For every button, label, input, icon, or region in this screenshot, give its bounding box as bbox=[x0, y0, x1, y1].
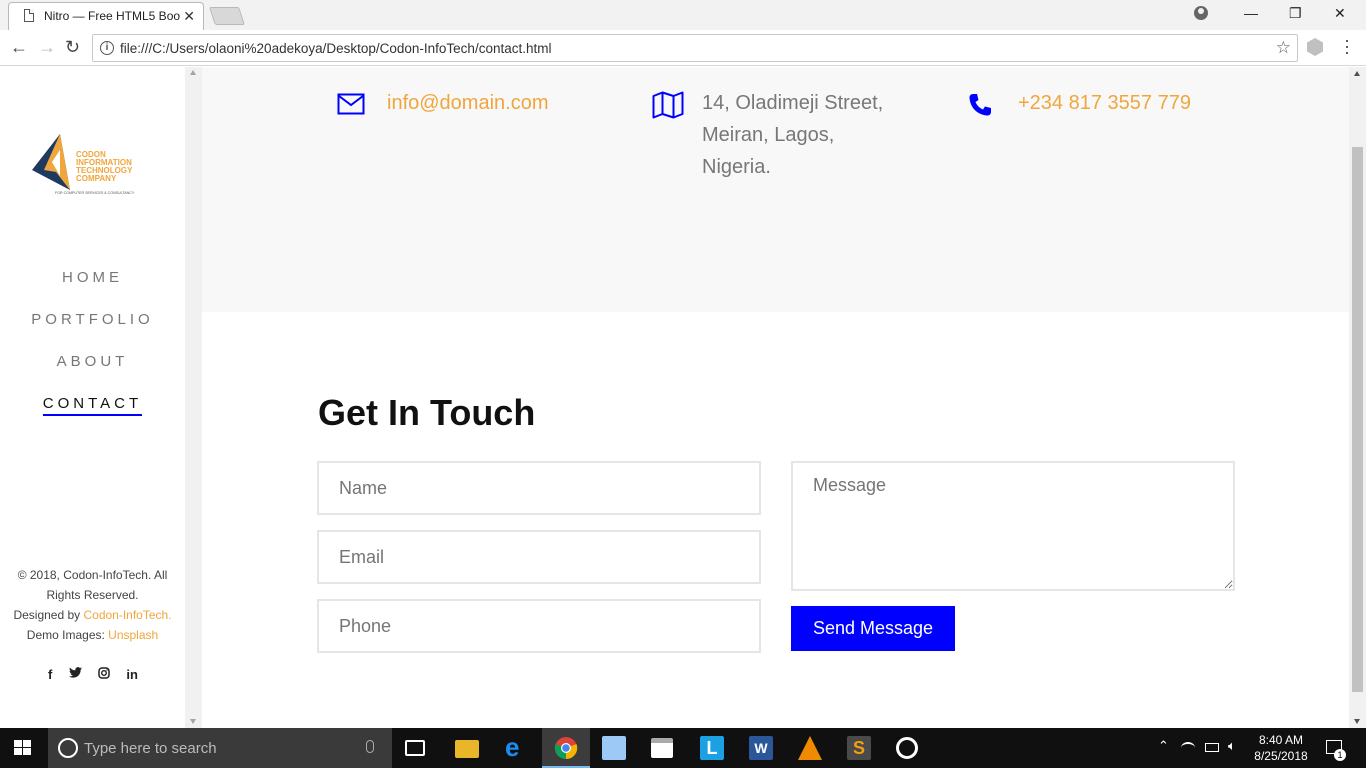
clock-time: 8:40 AM bbox=[1258, 733, 1304, 747]
address-bar[interactable]: i file:///C:/Users/olaoni%20adekoya/Desk… bbox=[92, 34, 1298, 62]
file-explorer-icon[interactable] bbox=[455, 740, 479, 758]
form-title: Get In Touch bbox=[318, 392, 536, 433]
restore-icon[interactable]: ❐ bbox=[1289, 5, 1302, 22]
edge-icon[interactable]: e bbox=[505, 732, 529, 762]
email-link[interactable]: info@domain.com bbox=[387, 87, 548, 119]
company-logo[interactable]: CODON INFORMATION TECHNOLOGY COMPANY FOR… bbox=[30, 132, 155, 202]
nav-item-home[interactable]: HOME bbox=[0, 269, 185, 311]
logo-tagline: FOR COMPUTER SERVICES & CONSULTANCY bbox=[55, 191, 135, 195]
sublime-icon[interactable]: S bbox=[847, 736, 871, 760]
nav-item-label: ABOUT bbox=[56, 353, 129, 370]
send-message-button[interactable]: Send Message bbox=[791, 606, 955, 651]
scroll-up-arrow-icon[interactable] bbox=[1354, 71, 1360, 76]
taskbar-search[interactable]: Type here to search bbox=[48, 728, 392, 768]
volume-icon[interactable]: 🔈︎ bbox=[1228, 738, 1236, 754]
battery-icon[interactable] bbox=[1205, 743, 1219, 752]
tray-chevron-up-icon[interactable]: ⌃ bbox=[1158, 738, 1169, 754]
contact-info-strip: info@domain.com 14, Oladimeji Street, Me… bbox=[202, 67, 1349, 312]
scroll-up-arrow-icon[interactable] bbox=[190, 70, 196, 75]
name-input[interactable] bbox=[317, 461, 761, 515]
browser-toolbar: ← → ↻ i file:///C:/Users/olaoni%20adekoy… bbox=[0, 30, 1366, 66]
scrollbar-thumb[interactable] bbox=[1352, 147, 1363, 692]
target-app-icon[interactable] bbox=[896, 737, 918, 759]
phone-icon bbox=[969, 94, 991, 116]
nav-item-portfolio[interactable]: PORTFOLIO bbox=[0, 311, 185, 353]
reload-icon[interactable]: ↻ bbox=[65, 37, 80, 58]
main-nav: HOME PORTFOLIO ABOUT CONTACT bbox=[0, 269, 185, 437]
page-viewport: CODON INFORMATION TECHNOLOGY COMPANY FOR… bbox=[0, 67, 1366, 728]
clock-date: 8/25/2018 bbox=[1254, 749, 1308, 763]
store-icon[interactable] bbox=[651, 738, 673, 758]
word-icon[interactable]: W bbox=[749, 736, 773, 760]
info-icon[interactable]: i bbox=[100, 41, 114, 55]
nav-item-label: HOME bbox=[62, 269, 123, 286]
phone-input[interactable] bbox=[317, 599, 761, 653]
tab-title: Nitro — Free HTML5 Boo bbox=[44, 9, 181, 23]
browser-tab-bar: Nitro — Free HTML5 Boo ✕ — ❐ ✕ bbox=[0, 0, 1366, 30]
taskbar-chrome-active[interactable] bbox=[542, 728, 590, 768]
instagram-icon[interactable] bbox=[98, 667, 110, 682]
taskbar-search-placeholder: Type here to search bbox=[84, 740, 217, 757]
taskbar-clock[interactable]: 8:40 AM 8/25/2018 bbox=[1246, 732, 1316, 764]
unsplash-link[interactable]: Unsplash bbox=[108, 628, 158, 642]
star-icon[interactable]: ☆ bbox=[1276, 38, 1291, 58]
minimize-icon[interactable]: — bbox=[1244, 5, 1258, 21]
new-tab-button[interactable] bbox=[209, 7, 245, 25]
address-text: 14, Oladimeji Street, Meiran, Lagos, Nig… bbox=[702, 87, 883, 183]
logo-line-4: COMPANY bbox=[76, 174, 117, 183]
social-links: f in bbox=[48, 667, 138, 682]
address-line-3: Nigeria. bbox=[702, 156, 771, 178]
microphone-icon[interactable] bbox=[366, 740, 374, 753]
linkedin-icon[interactable]: in bbox=[126, 667, 138, 682]
address-line-1: 14, Oladimeji Street, bbox=[702, 92, 884, 114]
nav-item-label: CONTACT bbox=[42, 395, 143, 416]
scroll-down-arrow-icon[interactable] bbox=[190, 719, 196, 724]
scroll-down-arrow-icon[interactable] bbox=[1354, 719, 1360, 724]
phone-link[interactable]: +234 817 3557 779 bbox=[1018, 87, 1191, 119]
network-icon[interactable] bbox=[1181, 742, 1195, 754]
map-icon bbox=[652, 91, 684, 119]
user-icon[interactable] bbox=[1194, 6, 1208, 20]
main-content: info@domain.com 14, Oladimeji Street, Me… bbox=[202, 67, 1349, 728]
demo-images-text: Demo Images: bbox=[26, 628, 109, 642]
close-tab-icon[interactable]: ✕ bbox=[183, 8, 195, 25]
email-input[interactable] bbox=[317, 530, 761, 584]
windows-taskbar: Type here to search e L W S ⌃ 🔈︎ 8:40 AM… bbox=[0, 728, 1366, 768]
notification-count-badge: 1 bbox=[1334, 749, 1346, 761]
address-bar-url[interactable]: file:///C:/Users/olaoni%20adekoya/Deskto… bbox=[120, 41, 551, 56]
address-line-2: Meiran, Lagos, bbox=[702, 124, 835, 146]
page-scrollbar[interactable] bbox=[1349, 67, 1366, 728]
nav-item-about[interactable]: ABOUT bbox=[0, 353, 185, 395]
nav-item-contact[interactable]: CONTACT bbox=[0, 395, 185, 437]
window-close-icon[interactable]: ✕ bbox=[1334, 5, 1346, 22]
chrome-icon bbox=[554, 737, 578, 760]
sidebar: CODON INFORMATION TECHNOLOGY COMPANY FOR… bbox=[0, 67, 185, 728]
twitter-icon[interactable] bbox=[68, 667, 82, 682]
windows-start-icon[interactable] bbox=[14, 740, 32, 756]
sidebar-footer: © 2018, Codon-InfoTech. All Rights Reser… bbox=[0, 565, 185, 645]
designed-by-text: Designed by bbox=[13, 608, 84, 622]
facebook-icon[interactable]: f bbox=[48, 667, 52, 682]
cortana-icon bbox=[58, 738, 78, 758]
l-app-icon[interactable]: L bbox=[700, 736, 724, 760]
designed-by-link[interactable]: Codon-InfoTech. bbox=[83, 608, 171, 622]
envelope-icon bbox=[337, 93, 365, 115]
browser-tab[interactable]: Nitro — Free HTML5 Boo ✕ bbox=[8, 2, 204, 30]
document-icon bbox=[24, 9, 34, 22]
vlc-icon[interactable] bbox=[798, 736, 822, 760]
forward-arrow-icon[interactable]: → bbox=[38, 37, 56, 58]
nav-item-label: PORTFOLIO bbox=[31, 311, 154, 328]
menu-icon[interactable]: · · · bbox=[1344, 31, 1350, 61]
extension-icon[interactable] bbox=[1307, 38, 1323, 56]
task-view-icon[interactable] bbox=[405, 740, 425, 756]
message-textarea[interactable] bbox=[791, 461, 1235, 591]
3d-box-icon[interactable] bbox=[602, 736, 626, 760]
copyright-text: © 2018, Codon-InfoTech. All Rights Reser… bbox=[17, 568, 168, 602]
sidebar-scrollbar[interactable] bbox=[185, 67, 202, 728]
back-arrow-icon[interactable]: ← bbox=[10, 37, 28, 58]
